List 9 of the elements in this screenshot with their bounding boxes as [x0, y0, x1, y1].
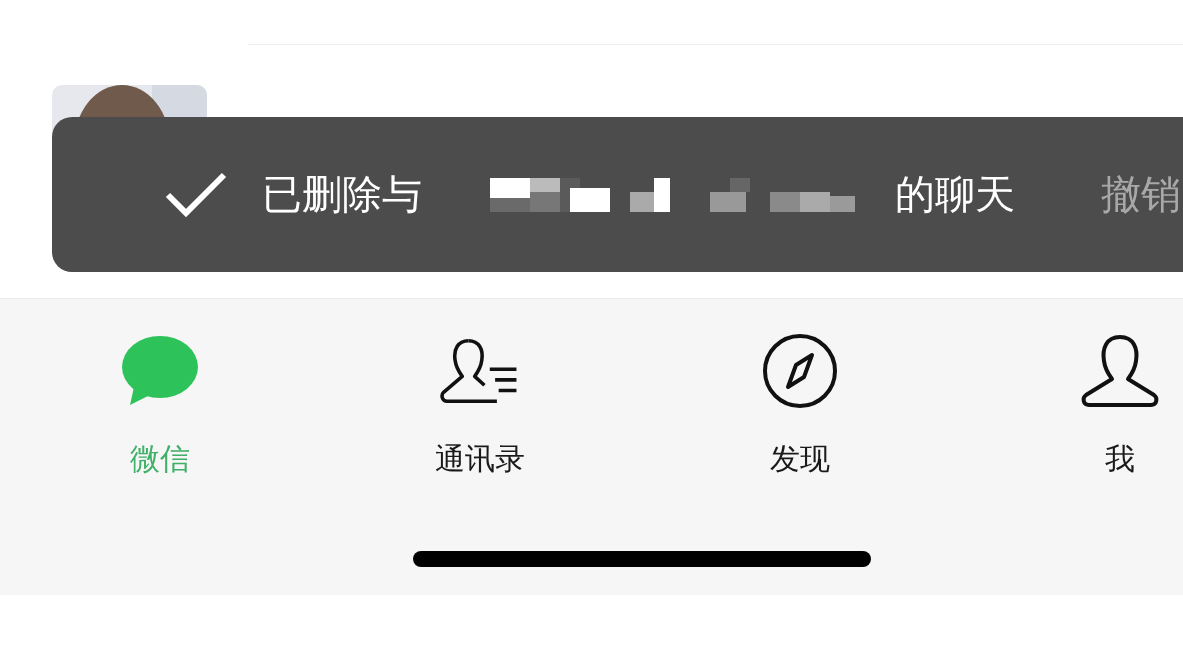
- undo-button[interactable]: 撤销: [1101, 167, 1181, 222]
- tab[interactable]: 发现: [652, 299, 948, 481]
- toast-message: 的聊天: [895, 170, 1015, 219]
- person-icon: [1080, 333, 1160, 409]
- compass-icon: [760, 333, 840, 409]
- checkmark-icon: [164, 170, 228, 219]
- tab[interactable]: 通讯录: [332, 299, 628, 481]
- tab[interactable]: 我: [972, 299, 1183, 481]
- toast-message: 已删除与: [262, 170, 422, 219]
